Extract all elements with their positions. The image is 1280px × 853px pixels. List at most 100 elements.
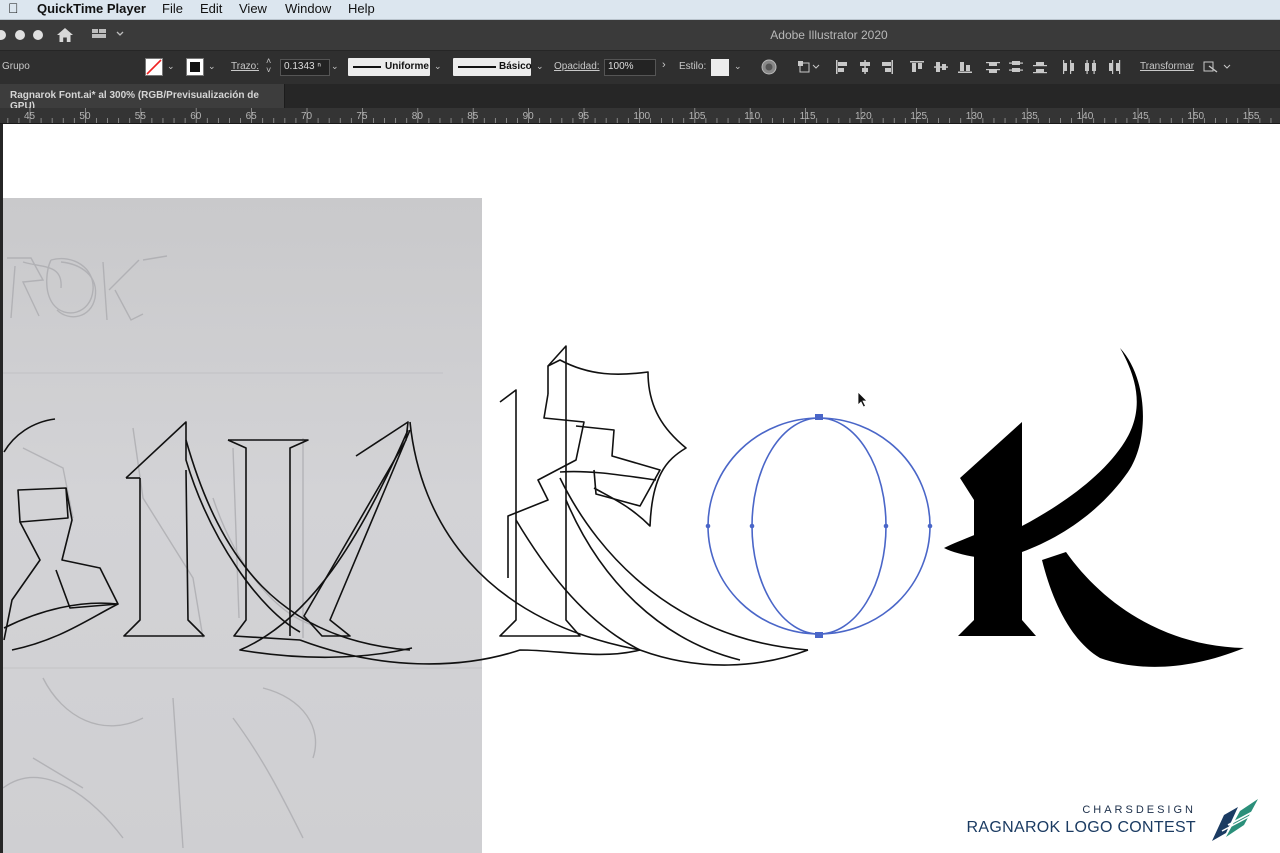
stroke-stepper[interactable]: ˄ ˅ (266, 57, 271, 75)
ragnarok-lettering-artwork (3, 345, 1244, 667)
ruler-tick-label: 75 (356, 111, 368, 122)
ruler-tick-label: 90 (523, 111, 535, 122)
opacity-field[interactable]: 100% (604, 59, 656, 76)
ruler-tick-label: 125 (910, 111, 927, 122)
ruler-tick-label: 105 (689, 111, 706, 122)
home-icon[interactable] (56, 27, 74, 43)
ruler-tick-label: 85 (467, 111, 479, 122)
anchor-points (705, 414, 933, 638)
stroke-label[interactable]: Trazo: (231, 61, 259, 72)
align-right-icon[interactable] (880, 60, 894, 74)
letter-g-outline (3, 418, 56, 453)
distribute-right-icon[interactable] (1108, 60, 1122, 74)
opacity-value: 100% (608, 61, 634, 72)
document-tab[interactable]: Ragnarok Font.ai* al 300% (RGB/Previsual… (0, 84, 285, 112)
align-top-icon[interactable] (910, 60, 924, 74)
letter-k-filled (944, 348, 1244, 667)
align-to-icon[interactable] (798, 60, 822, 74)
brush-line-sample (458, 66, 496, 68)
ruler-tick-label: 130 (966, 111, 983, 122)
profile-line-sample (353, 66, 381, 68)
ruler-tick-label: 135 (1021, 111, 1038, 122)
distribute-bottom-icon[interactable] (1033, 60, 1047, 74)
document-tab-bar: Ragnarok Font.ai* al 300% (RGB/Previsual… (0, 84, 1280, 112)
letter-o-outer-ellipse (707, 417, 931, 635)
letter-n-outline (125, 421, 301, 633)
style-label: Estilo: (679, 61, 707, 72)
ruler-tick-label: 145 (1132, 111, 1149, 122)
stroke-dropdown-caret[interactable]: ⌄ (208, 61, 216, 72)
menu-help[interactable]: Help (348, 1, 375, 16)
brand-overlay: CHARSDESIGN RAGNAROK LOGO CONTEST (960, 804, 1196, 837)
minimize-window-button[interactable] (15, 30, 25, 40)
brush-label: Básico (499, 61, 532, 72)
menu-file[interactable]: File (162, 1, 183, 16)
ruler-tick-label: 100 (633, 111, 650, 122)
no-fill-icon (146, 59, 162, 75)
letter-o-inner-ellipse (751, 417, 887, 635)
align-vcenter-icon[interactable] (934, 60, 948, 74)
menu-view[interactable]: View (239, 1, 267, 16)
menu-window[interactable]: Window (285, 1, 331, 16)
variable-width-profile-select[interactable]: Uniforme (348, 58, 430, 76)
brush-definition-select[interactable]: Básico (453, 58, 532, 76)
ruler-tick-label: 65 (246, 111, 258, 122)
mouse-pointer-icon (857, 391, 868, 408)
ruler-tick-label: 45 (24, 111, 36, 122)
app-menu[interactable]: QuickTime Player (37, 1, 146, 16)
ruler-tick-label: 150 (1187, 111, 1204, 122)
distribute-vcenter-icon[interactable] (1009, 60, 1023, 74)
ruler-tick-label: 155 (1243, 111, 1260, 122)
opacity-arrow[interactable]: › (662, 59, 666, 71)
ruler-tick-label: 140 (1077, 111, 1094, 122)
style-caret[interactable]: ⌄ (734, 61, 742, 72)
stroke-weight-field[interactable]: 0.1343 ⁿ (280, 59, 330, 76)
transform-button[interactable]: Transformar (1140, 61, 1194, 72)
align-hcenter-icon[interactable] (858, 60, 872, 74)
profile-label: Uniforme (385, 61, 429, 72)
ruler-tick-label: 50 (79, 111, 91, 122)
menu-edit[interactable]: Edit (200, 1, 222, 16)
app-titlebar: Adobe Illustrator 2020 (0, 20, 1280, 50)
recolor-artwork-icon[interactable] (761, 59, 777, 75)
ruler-ticks: 45 50 55 60 65 70 75 80 85 90 95 100 105 110 115 120 125… (7, 108, 1272, 123)
opacity-label[interactable]: Opacidad: (554, 61, 600, 72)
control-bar: Grupo ⌄ ⌄ Trazo: ˄ ˅ 0.1343 ⁿ ⌄ Uniforme … (0, 50, 1280, 85)
align-bottom-icon[interactable] (958, 60, 972, 74)
distribute-top-icon[interactable] (986, 60, 1000, 74)
zoom-window-button[interactable] (33, 30, 43, 40)
ruler-tick-label: 70 (301, 111, 313, 122)
stroke-swatch[interactable] (186, 58, 204, 76)
ruler-tick-label: 110 (744, 111, 760, 122)
letter-a-outline (303, 421, 411, 637)
selection-type-label: Grupo (2, 61, 30, 72)
apple-icon[interactable]:  (8, 0, 19, 16)
horizontal-ruler[interactable]: 45 50 55 60 65 70 75 80 85 90 95 100 105 110 115 120 125… (0, 108, 1280, 124)
stroke-weight-value: 0.1343 ⁿ (284, 61, 322, 72)
distribute-hcenter-icon[interactable] (1084, 60, 1098, 74)
graphic-style-swatch[interactable] (711, 59, 729, 76)
letter-o-selection (707, 417, 931, 635)
ruler-tick-label: 95 (578, 111, 590, 122)
isolate-group-icon[interactable] (1203, 60, 1237, 74)
window-title: Adobe Illustrator 2020 (770, 28, 888, 42)
charsdesign-logo-icon (1212, 799, 1259, 841)
fill-swatch[interactable] (145, 58, 163, 76)
ruler-tick-label: 80 (412, 111, 424, 122)
ruler-tick-label: 120 (855, 111, 872, 122)
ruler-tick-label: 55 (135, 111, 147, 122)
fill-dropdown-caret[interactable]: ⌄ (167, 61, 175, 72)
artboard-canvas[interactable] (3, 124, 1280, 853)
profile-caret[interactable]: ⌄ (434, 61, 442, 72)
ruler-tick-label: 60 (190, 111, 202, 122)
stroke-weight-caret[interactable]: ⌄ (331, 61, 339, 72)
stroke-color-chip (190, 62, 200, 72)
workspace-switcher-icon[interactable] (92, 28, 126, 40)
brand-title: RAGNAROK LOGO CONTEST (966, 819, 1196, 836)
menu-bar:  QuickTime Player File Edit View Window… (0, 0, 1280, 20)
distribute-left-icon[interactable] (1061, 60, 1075, 74)
brand-small-text: CHARSDESIGN (1082, 804, 1196, 816)
brush-caret[interactable]: ⌄ (536, 61, 544, 72)
align-left-icon[interactable] (835, 60, 849, 74)
ruler-tick-label: 115 (800, 111, 816, 122)
